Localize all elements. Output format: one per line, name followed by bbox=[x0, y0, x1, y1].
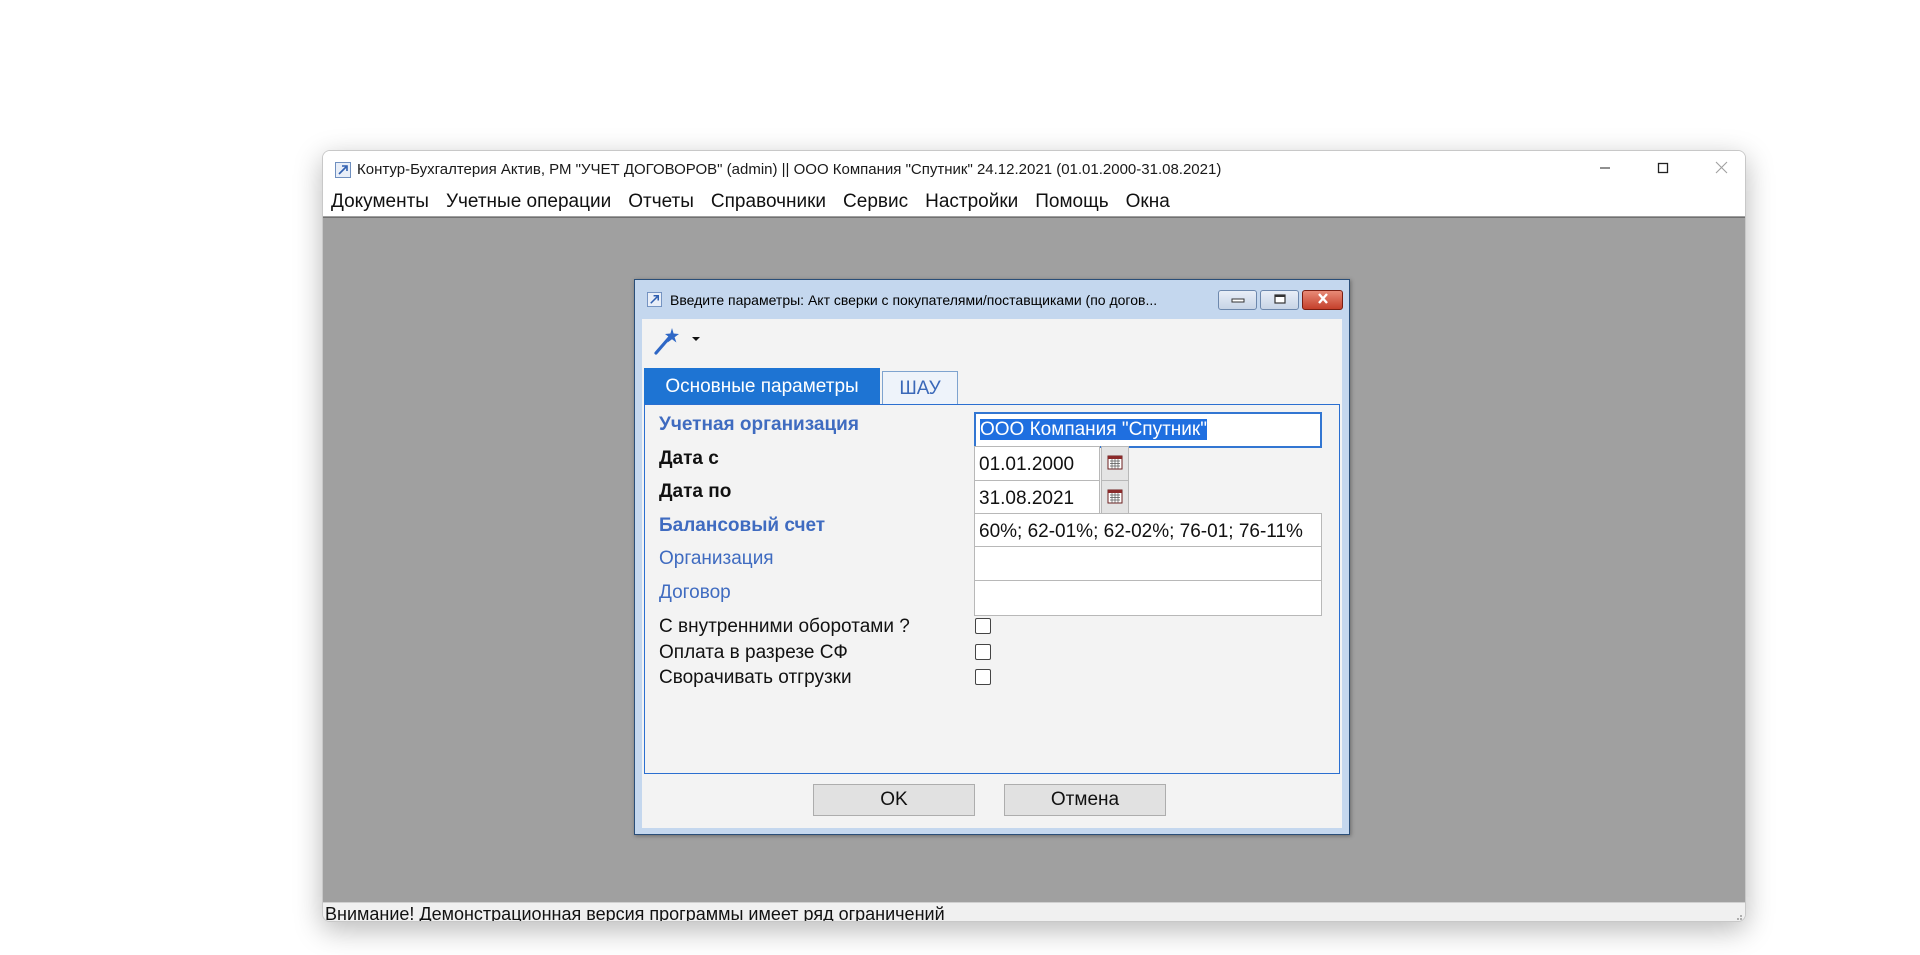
date-from-calendar-button[interactable] bbox=[1101, 446, 1129, 482]
dialog-close-button[interactable] bbox=[1302, 290, 1343, 310]
maximize-icon bbox=[1657, 161, 1669, 179]
label-contract: Договор bbox=[659, 582, 731, 603]
label-accounting-org: Учетная организация bbox=[659, 414, 859, 435]
minimize-button[interactable] bbox=[1576, 151, 1634, 189]
menu-item-directories[interactable]: Справочники bbox=[703, 189, 835, 216]
label-date-from: Дата с bbox=[659, 448, 719, 469]
label-payment-by-invoice: Оплата в разрезе СФ bbox=[659, 642, 848, 663]
menu-item-service[interactable]: Сервис bbox=[835, 189, 917, 216]
maximize-icon bbox=[1273, 291, 1286, 309]
close-icon bbox=[1317, 291, 1329, 309]
calendar-icon bbox=[1107, 454, 1123, 475]
balance-account-input[interactable]: 60%; 62-01%; 62-02%; 76-01; 76-11% bbox=[974, 513, 1322, 549]
label-date-to: Дата по bbox=[659, 481, 732, 502]
contract-input[interactable] bbox=[974, 580, 1322, 616]
status-message: Внимание! Демонстрационная версия програ… bbox=[325, 904, 945, 922]
organization-input[interactable] bbox=[974, 546, 1322, 582]
internal-turnover-checkbox[interactable] bbox=[975, 618, 991, 634]
dialog-title-bar[interactable]: Введите параметры: Акт сверки с покупате… bbox=[635, 280, 1349, 318]
close-button[interactable] bbox=[1692, 151, 1745, 189]
title-bar[interactable]: Контур-Бухгалтерия Актив, РМ "УЧЕТ ДОГОВ… bbox=[323, 151, 1745, 189]
menu-item-help[interactable]: Помощь bbox=[1027, 189, 1117, 216]
menu-item-windows[interactable]: Окна bbox=[1118, 189, 1179, 216]
menu-item-documents[interactable]: Документы bbox=[323, 189, 438, 216]
payment-by-invoice-checkbox[interactable] bbox=[975, 644, 991, 660]
ok-button[interactable]: OK bbox=[813, 784, 975, 816]
menu-bar: Документы Учетные операции Отчеты Справо… bbox=[323, 189, 1745, 217]
calendar-icon bbox=[1107, 488, 1123, 509]
parameters-dialog: Введите параметры: Акт сверки с покупате… bbox=[634, 279, 1350, 835]
menu-item-settings[interactable]: Настройки bbox=[917, 189, 1027, 216]
collapse-shipments-checkbox[interactable] bbox=[975, 669, 991, 685]
chevron-down-icon[interactable] bbox=[688, 331, 704, 347]
label-internal-turnover: С внутренними оборотами ? bbox=[659, 616, 910, 637]
menu-item-accounting-operations[interactable]: Учетные операции bbox=[438, 189, 620, 216]
close-icon bbox=[1715, 161, 1728, 179]
label-collapse-shipments: Сворачивать отгрузки bbox=[659, 667, 852, 688]
date-to-calendar-button[interactable] bbox=[1101, 480, 1129, 516]
date-to-input[interactable]: 31.08.2021 bbox=[974, 480, 1100, 516]
dialog-body: Основные параметры ШАУ Учетная организац… bbox=[642, 319, 1342, 828]
app-logo-icon bbox=[647, 292, 662, 307]
dialog-toolbar bbox=[642, 319, 1342, 361]
accounting-org-value: ООО Компания "Спутник" bbox=[980, 419, 1207, 440]
minimize-icon bbox=[1599, 161, 1611, 179]
minimize-icon bbox=[1231, 291, 1245, 309]
resize-grip-icon[interactable] bbox=[1733, 911, 1743, 921]
tab-shau[interactable]: ШАУ bbox=[882, 371, 958, 405]
date-from-input[interactable]: 01.01.2000 bbox=[974, 446, 1100, 482]
dialog-title: Введите параметры: Акт сверки с покупате… bbox=[670, 292, 1158, 308]
accounting-org-input[interactable]: ООО Компания "Спутник" bbox=[974, 412, 1322, 448]
window-title: Контур-Бухгалтерия Актив, РМ "УЧЕТ ДОГОВ… bbox=[357, 161, 1222, 178]
main-parameters-panel: Учетная организация ООО Компания "Спутни… bbox=[644, 404, 1340, 774]
dialog-maximize-button[interactable] bbox=[1260, 290, 1299, 310]
status-bar: Внимание! Демонстрационная версия програ… bbox=[323, 902, 1745, 922]
menu-item-reports[interactable]: Отчеты bbox=[620, 189, 703, 216]
label-organization: Организация bbox=[659, 548, 774, 569]
dialog-minimize-button[interactable] bbox=[1218, 290, 1257, 310]
cancel-button[interactable]: Отмена bbox=[1004, 784, 1166, 816]
app-logo-icon bbox=[335, 162, 351, 178]
maximize-button[interactable] bbox=[1634, 151, 1692, 189]
tab-main-parameters[interactable]: Основные параметры bbox=[644, 368, 880, 405]
label-balance-account: Балансовый счет bbox=[659, 515, 826, 536]
magic-wand-icon[interactable] bbox=[650, 323, 684, 357]
